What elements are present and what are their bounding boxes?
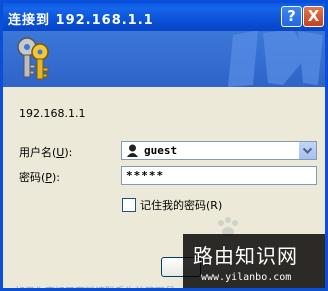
username-label: 用户名(U):	[19, 146, 73, 159]
site-watermark: 路由知识网 www.yilanbo.com	[183, 234, 325, 288]
help-icon: ?	[287, 7, 296, 25]
faded-footer-text: 如果你忘记了密码请联系你的管理员	[15, 283, 175, 288]
title-bar[interactable]: 连接到 192.168.1.1 ? X	[3, 3, 325, 31]
window-title: 连接到 192.168.1.1	[8, 13, 154, 28]
remember-password-row[interactable]: 记住我的密码(R)	[122, 194, 222, 213]
host-address: 192.168.1.1	[19, 107, 86, 120]
remember-password-checkbox[interactable]	[122, 197, 136, 212]
close-icon: X	[307, 7, 320, 25]
dialog-banner	[3, 31, 325, 87]
chevron-down-icon	[302, 147, 313, 154]
close-button[interactable]: X	[303, 6, 324, 27]
login-dialog: 连接到 192.168.1.1 ? X 192.168.1.1 用户名(U): …	[0, 0, 328, 291]
watermark-title: 路由知识网	[193, 244, 298, 268]
keys-icon	[17, 37, 49, 80]
dropdown-button[interactable]	[298, 142, 316, 159]
remember-password-label: 记住我的密码(R)	[140, 198, 223, 212]
banner-watermark	[228, 31, 323, 87]
username-combobox[interactable]: guest	[121, 141, 317, 160]
user-icon	[127, 144, 138, 157]
username-value: guest	[144, 144, 178, 157]
password-value: *****	[126, 169, 165, 182]
password-field[interactable]: *****	[121, 166, 317, 185]
watermark-url: www.yilanbo.com	[201, 272, 292, 283]
password-label: 密码(P):	[19, 171, 60, 184]
help-button[interactable]: ?	[281, 6, 302, 27]
